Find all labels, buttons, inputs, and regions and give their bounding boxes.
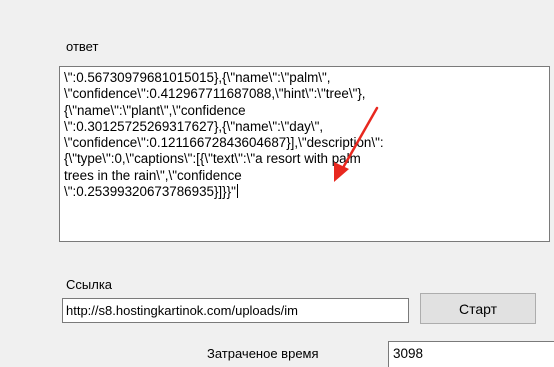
start-button[interactable]: Старт xyxy=(420,293,536,324)
elapsed-time-label: Затраченое время xyxy=(207,346,319,361)
link-input[interactable]: http://s8.hostingkartinok.com/uploads/im xyxy=(62,298,409,323)
text-caret xyxy=(236,184,238,199)
link-label: Ссылка xyxy=(66,277,113,292)
elapsed-time-field[interactable]: 3098 xyxy=(388,341,554,367)
answer-label: ответ xyxy=(66,39,99,54)
answer-textbox[interactable]: \":0.56730979681015015},{\"name\":\"palm… xyxy=(59,66,550,242)
answer-text: \":0.56730979681015015},{\"name\":\"palm… xyxy=(64,70,384,200)
